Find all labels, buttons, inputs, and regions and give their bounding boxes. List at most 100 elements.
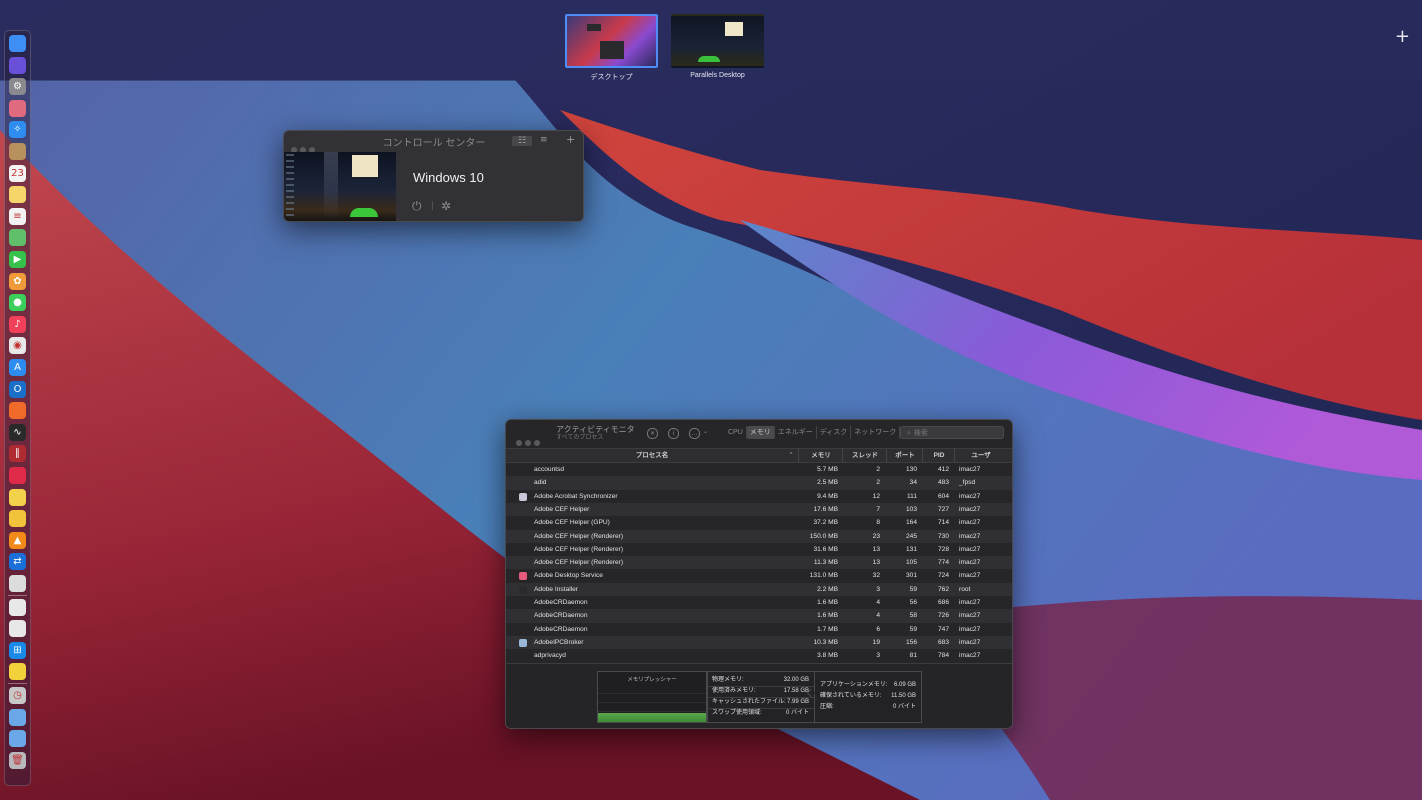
table-row[interactable]: Adobe CEF Helper (Renderer) 31.6 MB 13 131 7… xyxy=(506,543,1012,556)
add-icon[interactable]: + xyxy=(566,133,575,146)
threads-cell: 13 xyxy=(872,545,880,553)
pid-cell: 727 xyxy=(937,505,949,513)
time-machine-icon[interactable]: ◷ xyxy=(9,687,26,704)
list-view-icon[interactable]: ≡ xyxy=(540,135,548,145)
more-actions-icon[interactable]: … xyxy=(689,428,700,439)
firefox-icon[interactable] xyxy=(9,402,26,420)
stat-value: 7.99 GB xyxy=(786,699,809,705)
column-header-ports[interactable]: ポート xyxy=(886,449,923,462)
calendar-icon[interactable]: 23 xyxy=(9,164,26,182)
space-desktop[interactable]: デスクトップ xyxy=(565,14,658,82)
memory-cell: 11.3 MB xyxy=(813,559,838,567)
power-icon[interactable]: ⏻ xyxy=(412,199,422,214)
stop-process-icon[interactable]: ✕ xyxy=(647,428,658,439)
memory-cell: 31.6 MB xyxy=(813,545,838,553)
tab-memory[interactable]: メモリ xyxy=(746,426,775,439)
tab-energy[interactable]: エネルギー xyxy=(775,426,817,439)
creative-cloud-icon[interactable] xyxy=(9,467,26,484)
screenshot-icon[interactable] xyxy=(9,620,26,638)
table-row[interactable]: Adobe CEF Helper (Renderer) 11.3 MB 13 105 7… xyxy=(506,556,1012,570)
tab-cpu[interactable]: CPU xyxy=(725,426,747,439)
minimize-icon[interactable] xyxy=(525,440,531,446)
contacts-icon[interactable] xyxy=(9,143,26,160)
space-parallels-desktop[interactable]: Parallels Desktop xyxy=(671,14,764,79)
column-header-threads[interactable]: スレッド xyxy=(842,449,887,462)
table-row[interactable]: Adobe CEF Helper (Renderer) 150.0 MB 23 245… xyxy=(506,529,1012,543)
column-header-memory[interactable]: メモリ xyxy=(798,449,843,462)
user-cell: imac27 xyxy=(959,572,981,580)
memory-cell: 150.0 MB xyxy=(809,532,838,540)
threads-cell: 7 xyxy=(876,505,880,513)
ports-cell: 59 xyxy=(909,585,917,593)
activity-monitor-icon[interactable]: ∿ xyxy=(9,423,26,441)
outlook-icon[interactable]: O xyxy=(9,380,26,398)
screen-sharing-icon[interactable] xyxy=(9,575,26,592)
table-row[interactable]: AdobeCRDaemon 1.7 MB 6 59 747 imac27 xyxy=(506,623,1012,636)
user-cell: imac27 xyxy=(959,625,981,633)
trash-icon[interactable]: 🗑 xyxy=(9,751,26,769)
cyberduck-icon[interactable] xyxy=(9,510,26,528)
preview-icon[interactable] xyxy=(9,598,26,616)
stickies-icon[interactable] xyxy=(9,663,26,681)
column-header-pid[interactable]: PID xyxy=(922,449,955,462)
close-icon[interactable] xyxy=(516,440,522,446)
table-row[interactable]: AdobeCRDaemon 1.6 MB 4 56 686 imac27 xyxy=(506,596,1012,609)
table-row[interactable]: Adobe Acrobat Synchronizer 9.4 MB 12 111 604… xyxy=(506,490,1012,503)
table-row[interactable]: Adobe Desktop Service 131.0 MB 32 301 724 ima… xyxy=(506,569,1012,582)
table-row[interactable]: adid 2.5 MB 2 34 483 _fpsd xyxy=(506,476,1012,490)
table-row[interactable]: accountsd 5.7 MB 2 130 412 imac27 xyxy=(506,463,1012,476)
launchpad-icon[interactable] xyxy=(9,99,26,117)
threads-cell: 3 xyxy=(876,652,880,660)
table-row[interactable]: Adobe CEF Helper 17.6 MB 7 103 727 imac27 xyxy=(506,502,1012,517)
table-row[interactable]: Adobe Installer 2.2 MB 3 59 762 root xyxy=(506,582,1012,596)
table-row[interactable]: adprivacyd 3.8 MB 3 81 784 imac27 xyxy=(506,649,1012,662)
photos-icon[interactable]: ✿ xyxy=(9,272,26,290)
vm-thumbnail[interactable] xyxy=(284,152,396,221)
user-cell: imac27 xyxy=(959,638,981,646)
notes-icon[interactable] xyxy=(9,186,26,204)
siri-icon[interactable] xyxy=(9,56,26,74)
process-name: adprivacyd xyxy=(534,652,566,660)
gear-icon[interactable]: ✲ xyxy=(441,199,451,213)
ports-cell: 131 xyxy=(905,545,917,553)
tab-disk[interactable]: ディスク xyxy=(817,426,852,439)
vlc-icon[interactable]: ▲ xyxy=(9,531,26,549)
column-header-user[interactable]: ユーザ xyxy=(954,449,1007,462)
ports-cell: 58 xyxy=(909,612,917,620)
maps-icon[interactable] xyxy=(9,229,26,247)
windows-icon[interactable]: ⊞ xyxy=(9,641,26,659)
parallels-icon[interactable]: ∥ xyxy=(9,445,26,463)
safari-icon[interactable]: ✧ xyxy=(9,121,26,139)
grid-view-icon[interactable]: ☷ xyxy=(512,136,532,146)
tab-network[interactable]: ネットワーク xyxy=(851,426,901,439)
dock-separator xyxy=(8,594,27,596)
stat-row: スワップ使用領域: 0 バイト xyxy=(712,708,809,718)
app-store-icon[interactable]: A xyxy=(9,359,26,376)
table-row[interactable]: Adobe CEF Helper (GPU) 37.2 MB 8 164 714 imac… xyxy=(506,516,1012,529)
reminders-icon[interactable]: ≡ xyxy=(9,207,26,225)
table-row[interactable]: AdobeCRDaemon 1.6 MB 4 58 726 imac27 xyxy=(506,609,1012,623)
music-icon[interactable]: ♪ xyxy=(9,315,26,333)
table-row[interactable]: AdobeIPCBroker 10.3 MB 19 156 683 imac27 xyxy=(506,635,1012,650)
applications-folder-icon[interactable] xyxy=(9,730,26,748)
facetime-icon[interactable]: ▶ xyxy=(9,251,26,268)
window-title: コントロール センター xyxy=(382,138,486,149)
chevron-down-icon[interactable]: ⌄ xyxy=(703,428,708,435)
pid-cell: 412 xyxy=(937,466,949,473)
downloads-folder-icon[interactable] xyxy=(9,708,26,726)
chrome-icon[interactable]: ◉ xyxy=(9,337,26,355)
ports-cell: 105 xyxy=(905,559,917,567)
info-icon[interactable]: i xyxy=(668,428,679,439)
process-name: Adobe CEF Helper (Renderer) xyxy=(534,545,624,553)
messages-icon[interactable]: ● xyxy=(9,294,26,312)
sticky-icon[interactable] xyxy=(9,488,26,506)
teamviewer-icon[interactable]: ⇄ xyxy=(9,553,26,571)
add-space-button[interactable]: + xyxy=(1395,28,1410,46)
finder-icon[interactable] xyxy=(9,35,26,52)
column-header-process-name[interactable]: プロセス名 xyxy=(506,449,798,462)
user-cell: imac27 xyxy=(959,492,981,500)
search-input[interactable]: ⌕ 検索 xyxy=(900,426,1004,439)
zoom-icon[interactable] xyxy=(534,440,540,446)
memory-cell: 17.6 MB xyxy=(813,505,838,513)
system-preferences-icon[interactable]: ⚙ xyxy=(9,78,26,96)
